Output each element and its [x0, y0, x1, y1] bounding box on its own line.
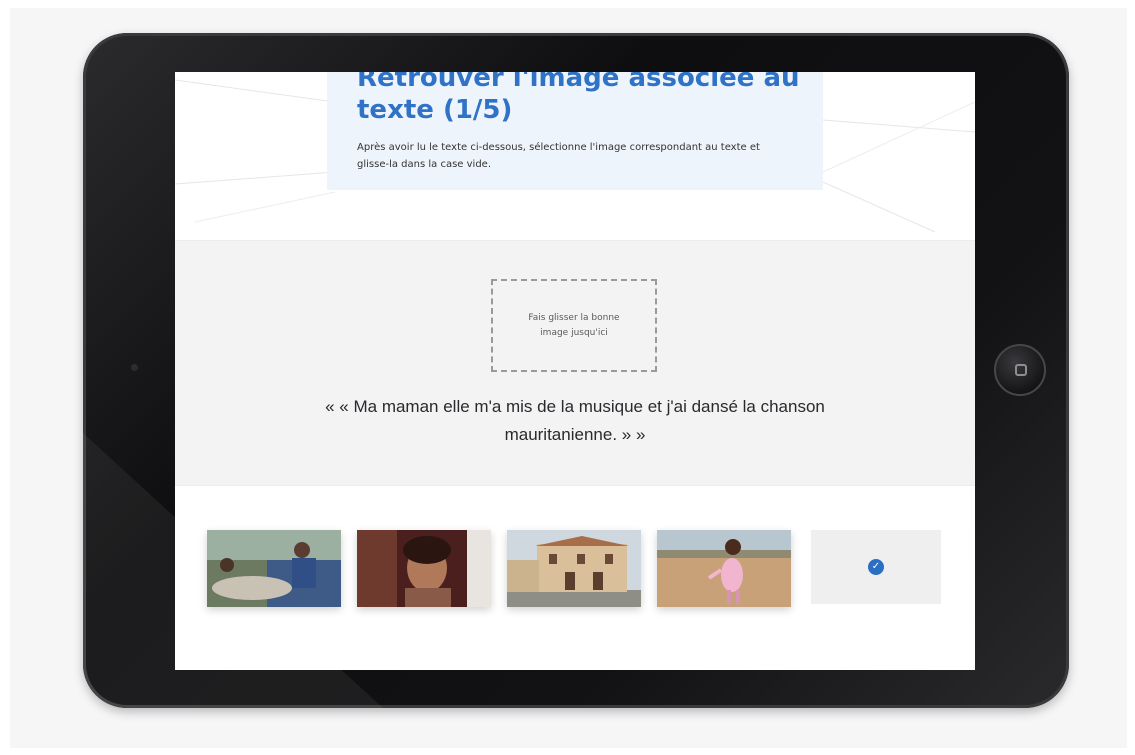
selected-choice-slot[interactable]: ✓: [811, 530, 941, 604]
exercise-title: Retrouver l'image associée au texte (1/5…: [357, 72, 800, 125]
exercise-header: Retrouver l'image associée au texte (1/5…: [327, 72, 823, 190]
home-button[interactable]: [994, 344, 1046, 396]
image-choices: ✓: [175, 530, 975, 610]
exercise-instructions: Après avoir lu le texte ci-dessous, séle…: [357, 142, 760, 170]
choice-image-2[interactable]: [357, 530, 491, 607]
smiling-girl-photo: [357, 530, 491, 607]
quote-text: « « Ma maman elle m'a mis de la musique …: [325, 397, 825, 444]
choice-image-1[interactable]: [207, 530, 341, 607]
house-photo: [507, 530, 641, 607]
quiz-area: Fais glisser la bonne image jusqu'ici « …: [175, 240, 975, 486]
camera-icon: [131, 364, 138, 371]
family-meal-photo: [207, 530, 341, 607]
home-square-icon: [1015, 364, 1027, 376]
choice-image-4[interactable]: [657, 530, 791, 607]
choice-image-3[interactable]: [507, 530, 641, 607]
tablet-screen: Retrouver l'image associée au texte (1/5…: [175, 72, 975, 670]
drop-zone-hint: Fais glisser la bonne image jusqu'ici: [528, 312, 620, 338]
child-desert-photo: [657, 530, 791, 607]
image-drop-zone[interactable]: Fais glisser la bonne image jusqu'ici: [491, 279, 657, 372]
check-circle-icon: ✓: [868, 559, 884, 575]
